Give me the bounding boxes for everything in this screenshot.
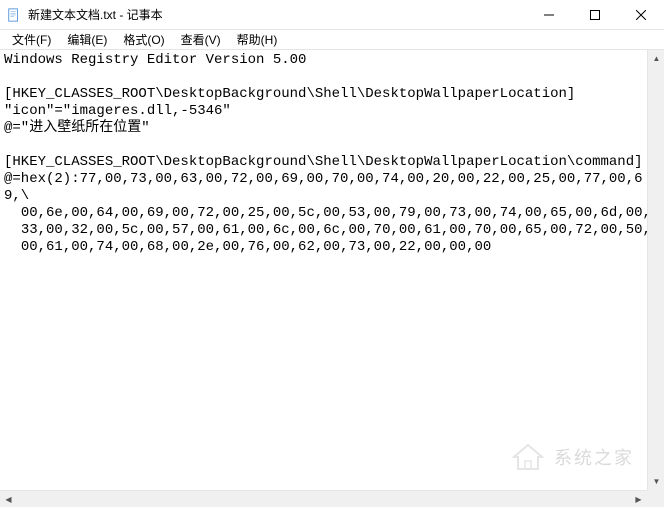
menu-format[interactable]: 格式(O) bbox=[115, 29, 172, 50]
scrollbar-corner bbox=[647, 490, 664, 507]
menubar: 文件(F) 编辑(E) 格式(O) 查看(V) 帮助(H) bbox=[0, 30, 664, 50]
watermark: 系统之家 bbox=[508, 437, 634, 477]
editor-content[interactable]: Windows Registry Editor Version 5.00 [HK… bbox=[0, 50, 664, 258]
close-button[interactable] bbox=[618, 0, 664, 29]
text-editor[interactable]: Windows Registry Editor Version 5.00 [HK… bbox=[0, 50, 664, 490]
vertical-scrollbar[interactable]: ▲ ▼ bbox=[647, 50, 664, 490]
minimize-button[interactable] bbox=[526, 0, 572, 29]
menu-edit[interactable]: 编辑(E) bbox=[59, 29, 115, 50]
maximize-button[interactable] bbox=[572, 0, 618, 29]
menu-view[interactable]: 查看(V) bbox=[173, 29, 229, 50]
scroll-right-icon[interactable]: ▶ bbox=[630, 491, 647, 508]
notepad-icon bbox=[6, 7, 22, 23]
scroll-left-icon[interactable]: ◀ bbox=[0, 491, 17, 508]
window-title: 新建文本文档.txt - 记事本 bbox=[28, 6, 526, 23]
scroll-track-v[interactable] bbox=[648, 67, 664, 473]
scroll-down-icon[interactable]: ▼ bbox=[648, 473, 664, 490]
menu-file[interactable]: 文件(F) bbox=[4, 29, 59, 50]
window-controls bbox=[526, 0, 664, 29]
horizontal-scrollbar[interactable]: ◀ ▶ bbox=[0, 490, 647, 507]
watermark-text: 系统之家 bbox=[554, 444, 634, 470]
titlebar: 新建文本文档.txt - 记事本 bbox=[0, 0, 664, 30]
menu-help[interactable]: 帮助(H) bbox=[229, 29, 286, 50]
scroll-up-icon[interactable]: ▲ bbox=[648, 50, 664, 67]
scroll-track-h[interactable] bbox=[17, 491, 630, 507]
house-icon bbox=[508, 437, 548, 477]
